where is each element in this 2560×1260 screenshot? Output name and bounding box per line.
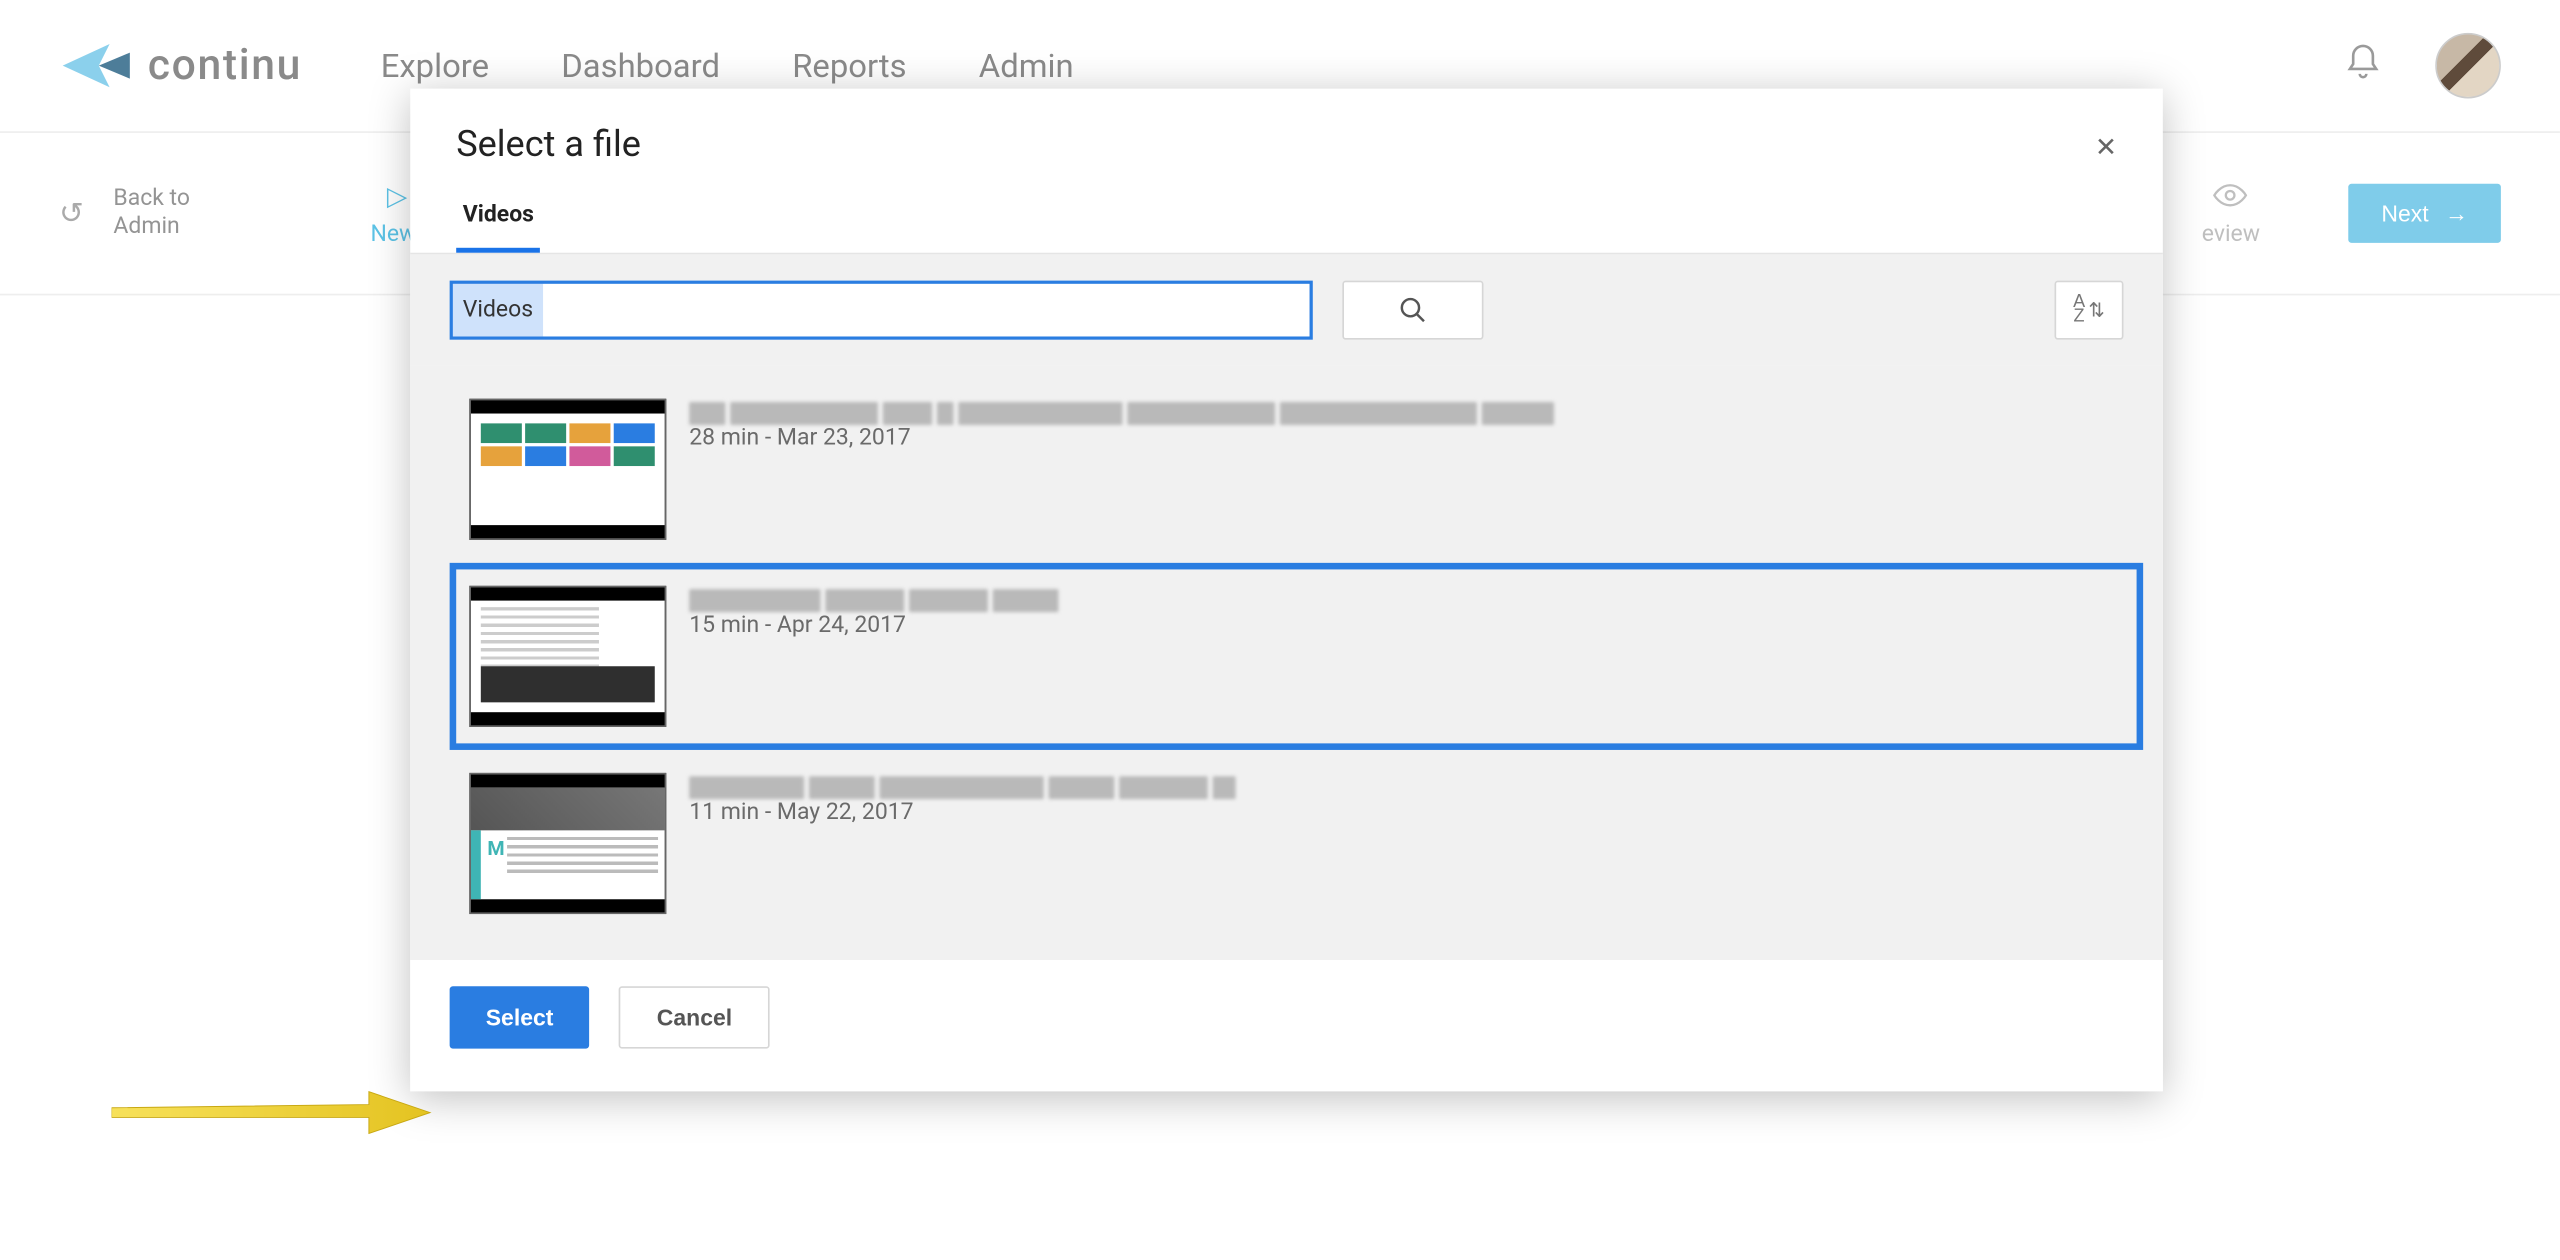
arrow-right-icon: → [2445, 200, 2468, 226]
nav-dashboard[interactable]: Dashboard [561, 46, 720, 85]
cancel-button[interactable]: Cancel [619, 986, 770, 1048]
nav-reports[interactable]: Reports [792, 46, 906, 85]
brand-name: continu [148, 41, 302, 90]
file-list[interactable]: 28 min - Mar 23, 2017 15 min - Apr 24, 20… [410, 366, 2163, 960]
back-line1: Back to [113, 186, 190, 214]
annotation-arrow-icon [112, 1088, 434, 1137]
close-icon[interactable]: ✕ [2095, 131, 2117, 162]
search-icon [1398, 295, 1428, 325]
select-button[interactable]: Select [450, 986, 590, 1048]
play-icon: ▷ [387, 180, 407, 211]
file-info: 15 min - Apr 24, 2017 [689, 586, 2123, 642]
brand-logo: continu [59, 30, 302, 102]
file-title-redacted [689, 589, 2123, 612]
next-label: Next [2381, 200, 2428, 226]
modal-title: Select a file [456, 125, 2095, 166]
sort-arrows-icon: ⇅ [2088, 299, 2105, 322]
file-info: 28 min - Mar 23, 2017 [689, 399, 2123, 455]
file-row[interactable]: 15 min - Apr 24, 2017 [450, 563, 2144, 750]
breadcrumb-input[interactable]: Videos [450, 281, 1313, 340]
file-title-redacted [689, 402, 2123, 425]
main-nav: Explore Dashboard Reports Admin [381, 46, 1074, 85]
back-icon: ↺ [59, 196, 84, 230]
continu-logo-icon [59, 30, 131, 102]
file-title-redacted [689, 776, 2123, 799]
nav-explore[interactable]: Explore [381, 46, 489, 85]
search-input[interactable] [543, 284, 1310, 337]
preview-label: eview [2202, 221, 2260, 247]
file-thumbnail [469, 586, 666, 727]
notifications-icon[interactable] [2343, 43, 2382, 89]
file-thumbnail: M [469, 773, 666, 914]
eye-icon [2213, 180, 2249, 214]
back-to-admin[interactable]: ↺ Back to Admin [59, 186, 190, 241]
file-picker-modal: Select a file ✕ Videos Videos AZ ⇅ 28 mi… [410, 89, 2163, 1092]
tab-videos[interactable]: Videos [456, 202, 540, 253]
file-thumbnail [469, 399, 666, 540]
back-line2: Admin [113, 213, 190, 241]
next-button[interactable]: Next → [2349, 184, 2501, 243]
file-meta: 15 min - Apr 24, 2017 [689, 612, 2123, 638]
file-row[interactable]: M 11 min - May 22, 2017 [450, 750, 2144, 937]
preview-step[interactable]: eview [2202, 180, 2260, 247]
file-meta: 28 min - Mar 23, 2017 [689, 425, 2123, 451]
file-row[interactable]: 28 min - Mar 23, 2017 [450, 376, 2144, 563]
search-button[interactable] [1342, 281, 1483, 340]
sort-button[interactable]: AZ ⇅ [2055, 281, 2124, 340]
modal-footer: Select Cancel [410, 960, 2163, 1091]
file-info: 11 min - May 22, 2017 [689, 773, 2123, 829]
breadcrumb-chip: Videos [453, 284, 543, 337]
file-meta: 11 min - May 22, 2017 [689, 799, 2123, 825]
nav-admin[interactable]: Admin [979, 46, 1074, 85]
avatar[interactable] [2435, 33, 2501, 99]
sort-az-icon: AZ [2073, 295, 2085, 325]
